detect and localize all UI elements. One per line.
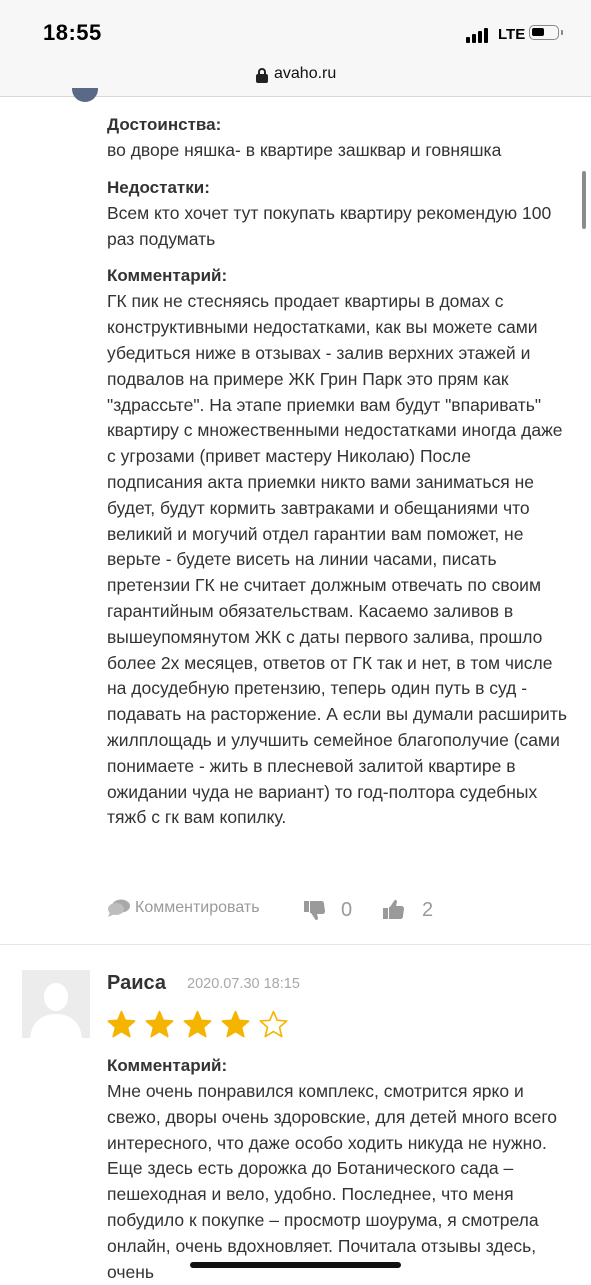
review-card: Достоинства: во дворе няшка- в квартире … xyxy=(107,112,567,842)
divider xyxy=(0,944,591,945)
dislike-count: 0 xyxy=(341,898,353,921)
lock-icon xyxy=(256,68,268,84)
comment-text: Мне очень понравился комплекс, смотрится… xyxy=(107,1081,558,1282)
comment-icon xyxy=(108,899,130,917)
star-filled-icon xyxy=(221,1010,250,1038)
star-filled-icon xyxy=(107,1010,136,1038)
star-filled-icon xyxy=(183,1010,212,1038)
url-text[interactable]: avaho.ru xyxy=(274,65,336,83)
pros-text: во дворе няшка- в квартире зашквар и гов… xyxy=(107,140,502,160)
review-author[interactable]: Раиса xyxy=(107,972,166,995)
comment-button-label: Комментировать xyxy=(135,899,260,916)
star-empty-icon xyxy=(259,1010,288,1038)
user-placeholder-icon xyxy=(22,970,90,1038)
like-count: 2 xyxy=(422,898,434,921)
cons-section: Недостатки: Всем кто хочет тут покупать … xyxy=(107,175,567,253)
battery-icon xyxy=(529,25,563,40)
home-indicator[interactable] xyxy=(190,1262,401,1268)
comment-label: Комментарий: xyxy=(107,1056,228,1075)
comment-text: ГК пик не стесняясь продает квартиры в д… xyxy=(107,291,567,828)
cons-label: Недостатки: xyxy=(107,177,210,197)
thumbs-up-icon xyxy=(383,899,404,919)
star-filled-icon xyxy=(145,1010,174,1038)
review-date: 2020.07.30 18:15 xyxy=(187,976,300,992)
review-actions: Комментировать 0 2 xyxy=(107,898,507,928)
dislike-button[interactable]: 0 xyxy=(303,898,352,922)
like-button[interactable]: 2 xyxy=(382,898,433,922)
signal-icon xyxy=(466,27,492,43)
comment-label: Комментарий: xyxy=(107,266,228,286)
scrollbar[interactable] xyxy=(582,171,586,229)
avatar xyxy=(22,970,90,1038)
pros-section: Достоинства: во дворе няшка- в квартире … xyxy=(107,112,567,164)
avatar xyxy=(72,88,98,102)
review-card: Комментарий: Мне очень понравился компле… xyxy=(107,1053,567,1285)
cons-text: Всем кто хочет тут покупать квартиру рек… xyxy=(107,202,552,249)
status-time: 18:55 xyxy=(43,20,102,45)
pros-label: Достоинства: xyxy=(107,115,222,134)
network-label: LTE xyxy=(498,26,526,43)
rating-stars xyxy=(107,1010,297,1042)
comment-button[interactable]: Комментировать xyxy=(107,898,260,918)
thumbs-down-icon xyxy=(304,901,325,921)
comment-section: Комментарий: ГК пик не стесняясь продает… xyxy=(107,263,567,831)
status-bar: 18:55 LTE xyxy=(0,0,591,60)
